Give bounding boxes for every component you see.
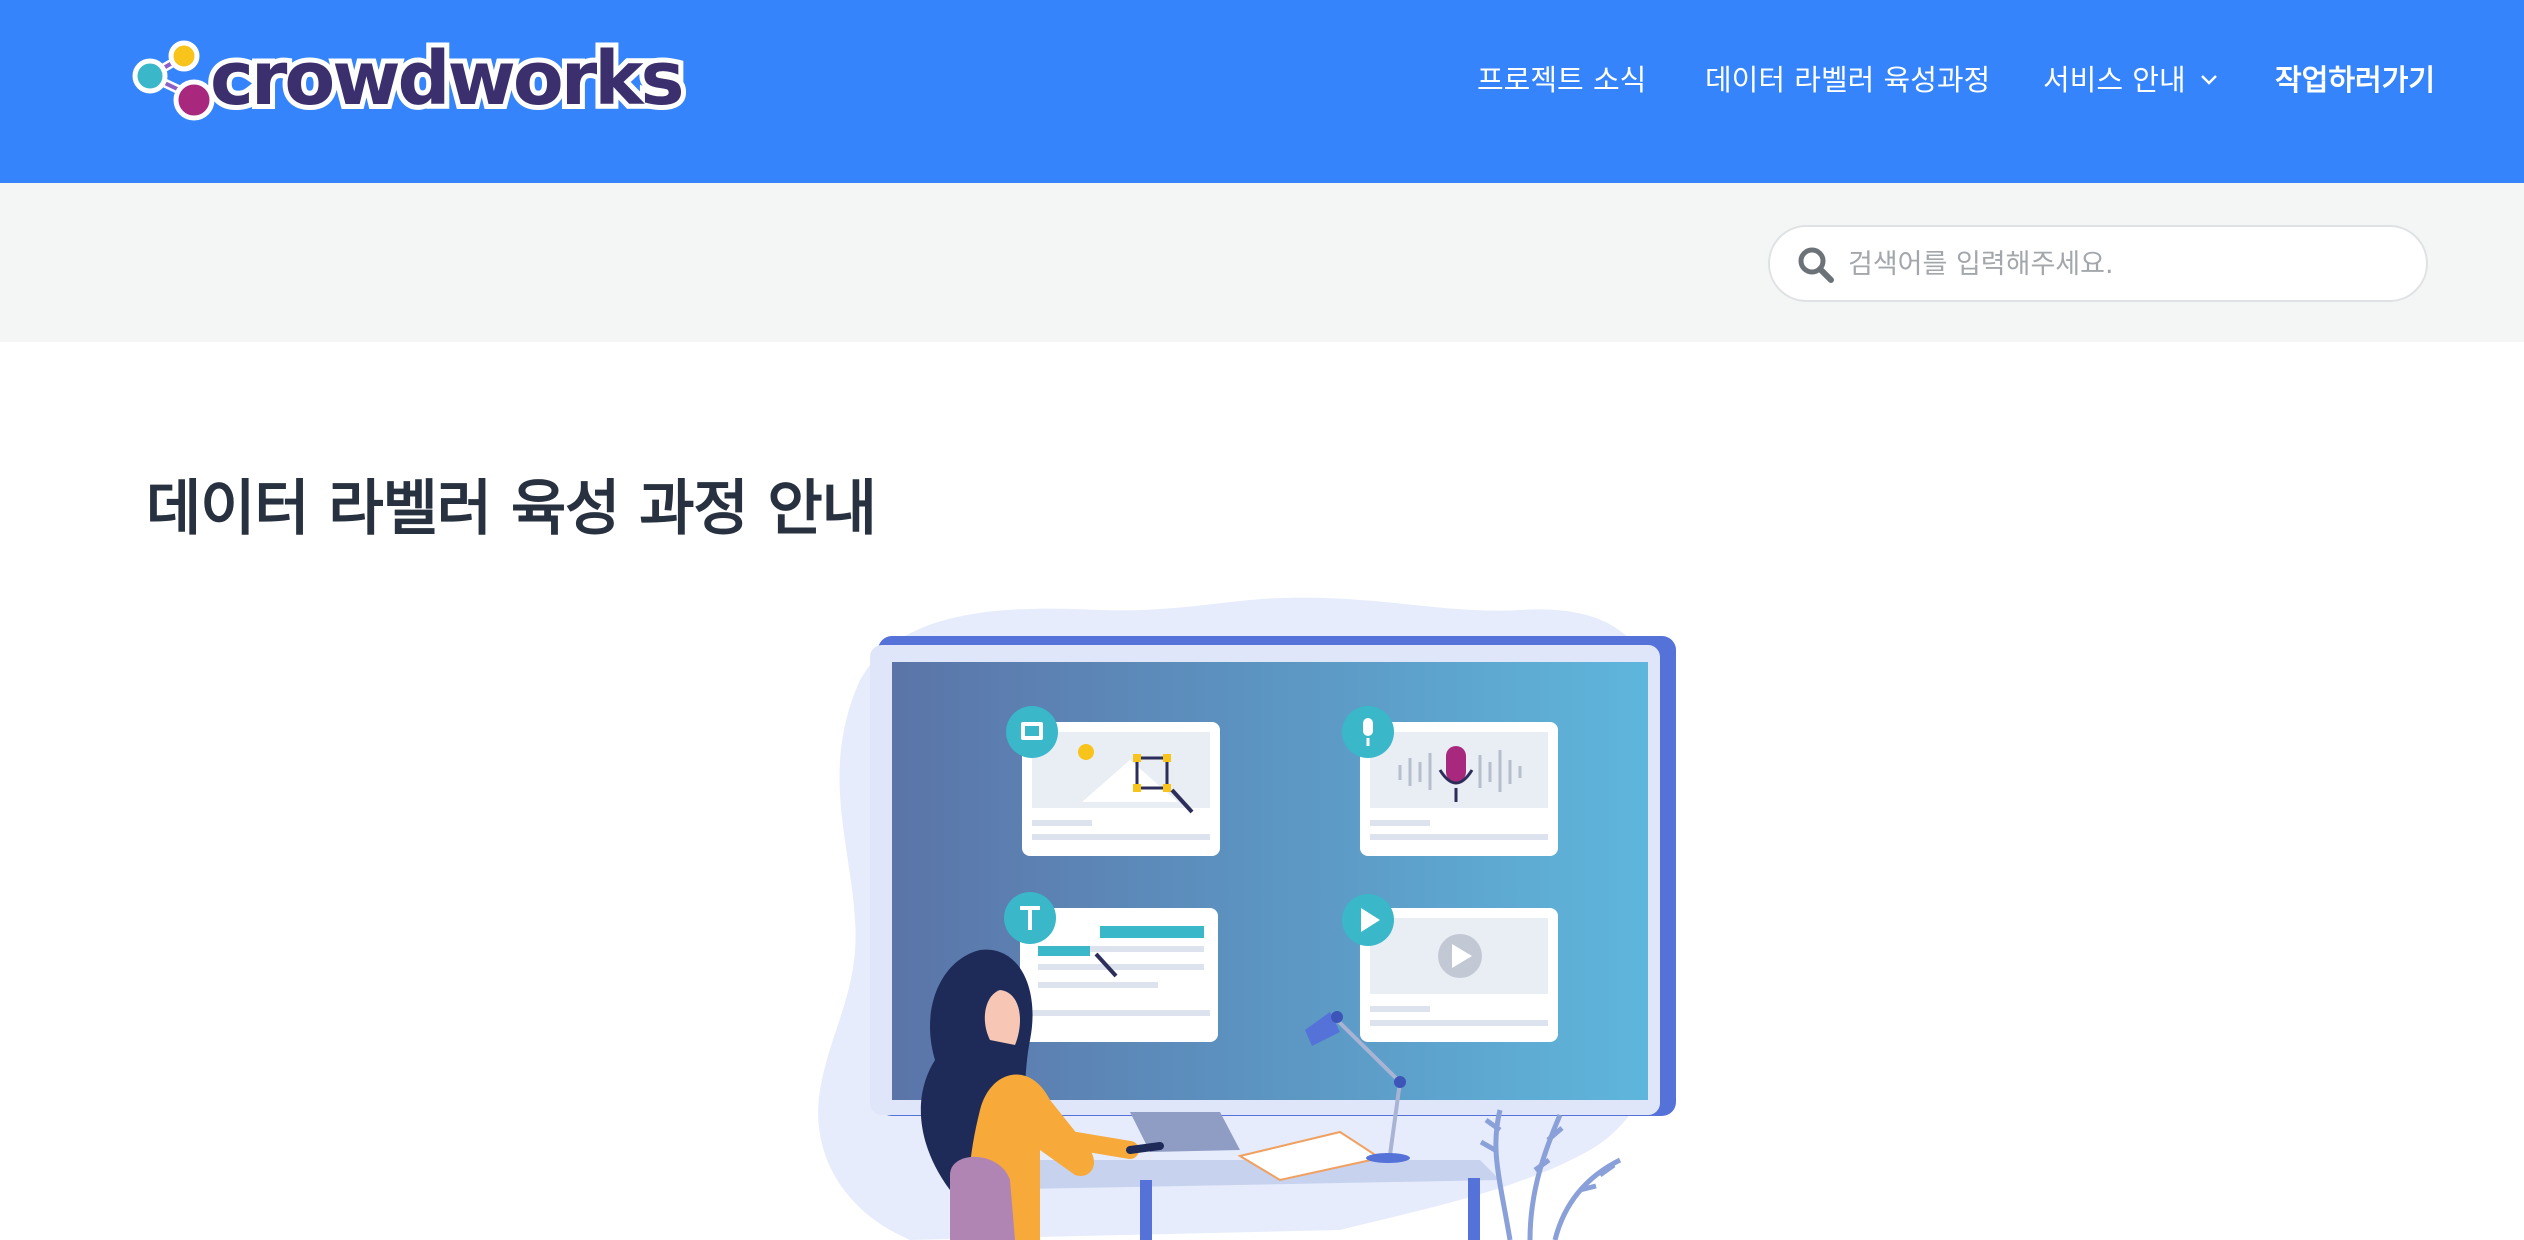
audio-annotation-card — [1342, 706, 1558, 856]
search-box[interactable] — [1768, 225, 2428, 302]
labeler-illustration — [818, 597, 1676, 1240]
search-icon[interactable] — [1796, 245, 1836, 285]
chevron-down-icon — [2200, 75, 2217, 85]
search-input[interactable] — [1848, 241, 2408, 287]
microphone-icon — [1363, 718, 1373, 736]
logo-wordmark: crowdworks — [205, 31, 689, 127]
site-header: crowdworks 프로젝트 소식 데이터 라벨러 육성과정 서비스 안내 작… — [0, 0, 2524, 183]
page-title: 데이터 라벨러 육성 과정 안내 — [146, 474, 877, 544]
nav-service-guide-dropdown[interactable]: 서비스 안내 — [2043, 60, 2218, 100]
image-annotation-card — [1006, 706, 1220, 856]
video-annotation-card — [1342, 894, 1558, 1042]
nav-service-guide-label: 서비스 안내 — [2043, 63, 2186, 97]
crowdworks-logo[interactable]: crowdworks — [126, 31, 689, 127]
nav-project-news[interactable]: 프로젝트 소식 — [1477, 60, 1646, 100]
nav-go-to-work[interactable]: 작업하러가기 — [2275, 60, 2435, 100]
nav-labeler-course[interactable]: 데이터 라벨러 육성과정 — [1705, 60, 1990, 100]
text-annotation-card — [1004, 892, 1218, 1042]
